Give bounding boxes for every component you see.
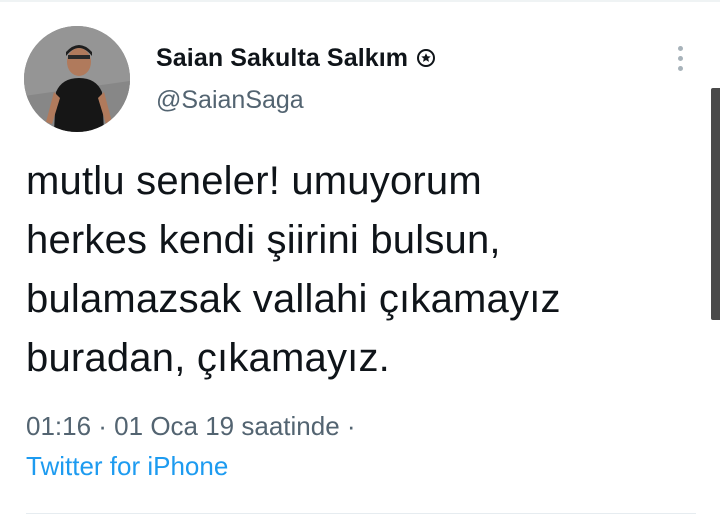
more-dot — [677, 55, 683, 61]
tweet-timestamp[interactable]: 01:16 · 01 Oca 19 saatinde · — [26, 408, 356, 444]
scrollbar[interactable] — [711, 88, 720, 320]
avatar[interactable] — [24, 26, 130, 132]
avatar-photo — [24, 26, 130, 132]
tweet-source-link[interactable]: Twitter for iPhone — [26, 448, 228, 484]
bottom-divider — [26, 513, 696, 514]
circle-badge-icon — [416, 48, 436, 68]
author-display-name[interactable]: Saian Sakulta Salkım — [156, 44, 408, 73]
more-dot — [677, 65, 683, 71]
tweet-text: mutlu seneler! umuyorum herkes kendi şii… — [26, 159, 561, 380]
tweet-card: Saian Sakulta Salkım @SaianSaga mutlu se… — [0, 0, 720, 532]
author-handle[interactable]: @SaianSaga — [156, 86, 304, 115]
author-name-row[interactable]: Saian Sakulta Salkım — [156, 40, 436, 76]
more-dot — [677, 45, 683, 51]
more-vertical-icon[interactable] — [668, 40, 692, 76]
